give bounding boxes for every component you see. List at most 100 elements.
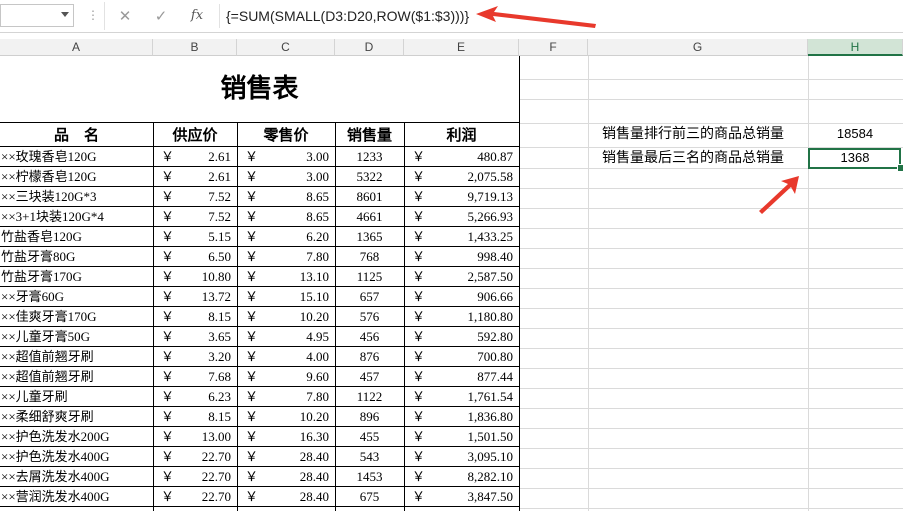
cell-retail[interactable]: ￥ 9.60 bbox=[237, 367, 335, 387]
header-qty[interactable]: 销售量 bbox=[335, 124, 404, 146]
cell-profit[interactable]: ￥ 3,095.10 bbox=[404, 447, 519, 467]
cell-retail[interactable]: ￥ 10.20 bbox=[237, 307, 335, 327]
cancel-icon[interactable]: ✕ bbox=[114, 6, 136, 26]
cell-product-name[interactable]: ××三块装120G*3 bbox=[0, 187, 153, 207]
cell-product-name[interactable]: ××牙膏60G bbox=[0, 287, 153, 307]
cell-profit[interactable]: ￥ 5,266.93 bbox=[404, 207, 519, 227]
cell-product-name[interactable]: 竹盐牙膏170G bbox=[0, 267, 153, 287]
cell-qty[interactable]: 576 bbox=[335, 307, 404, 327]
header-cost[interactable]: 供应价 bbox=[153, 124, 237, 146]
cell-cost[interactable]: ￥ 7.68 bbox=[153, 367, 237, 387]
cell-product-name[interactable]: ××儿童牙膏50G bbox=[0, 327, 153, 347]
cell-profit[interactable]: ￥ 3,847.50 bbox=[404, 487, 519, 507]
cell-cost[interactable]: ￥ 22.70 bbox=[153, 487, 237, 507]
cell-qty[interactable]: 1365 bbox=[335, 227, 404, 247]
more-options-icon[interactable]: ⋮ bbox=[87, 7, 99, 23]
cell-product-name[interactable]: ××儿童牙刷 bbox=[0, 387, 153, 407]
cell-profit[interactable]: ￥ 877.44 bbox=[404, 367, 519, 387]
cell-retail[interactable]: ￥ 6.20 bbox=[237, 227, 335, 247]
cell-cost[interactable]: ￥ 13.72 bbox=[153, 287, 237, 307]
cell-cost[interactable]: ￥ 8.15 bbox=[153, 307, 237, 327]
cell-qty[interactable]: 456 bbox=[335, 327, 404, 347]
cell-retail[interactable]: ￥ 7.80 bbox=[237, 247, 335, 267]
cell-product-name[interactable]: ××去屑洗发水400G bbox=[0, 467, 153, 487]
cell-cost[interactable]: ￥ 6.50 bbox=[153, 247, 237, 267]
cell-qty[interactable]: 657 bbox=[335, 287, 404, 307]
cell-profit[interactable]: ￥ 1,501.50 bbox=[404, 427, 519, 447]
cell-qty[interactable]: 4661 bbox=[335, 207, 404, 227]
cell-product-name[interactable]: ××柠檬香皂120G bbox=[0, 167, 153, 187]
column-header-g[interactable]: G bbox=[588, 39, 808, 56]
cell-profit[interactable]: ￥ 1,180.80 bbox=[404, 307, 519, 327]
cell-retail[interactable]: ￥ 3.00 bbox=[237, 167, 335, 187]
cell-retail[interactable]: ￥ 28.40 bbox=[237, 467, 335, 487]
cell-qty[interactable]: 455 bbox=[335, 427, 404, 447]
cell-qty[interactable]: 457 bbox=[335, 367, 404, 387]
header-profit[interactable]: 利润 bbox=[404, 124, 519, 146]
cell-product-name[interactable]: ××护色洗发水200G bbox=[0, 427, 153, 447]
cell-retail[interactable]: ￥ 8.65 bbox=[237, 207, 335, 227]
cell-cost[interactable]: ￥ 13.00 bbox=[153, 427, 237, 447]
cell-profit[interactable]: ￥ 1,433.25 bbox=[404, 227, 519, 247]
header-name[interactable]: 品 名 bbox=[0, 124, 153, 146]
cell-profit[interactable]: ￥ 1,836.80 bbox=[404, 407, 519, 427]
cell-profit[interactable]: ￥ 480.87 bbox=[404, 147, 519, 167]
cell-product-name[interactable]: ××玫瑰香皂120G bbox=[0, 147, 153, 167]
cell-retail[interactable]: ￥ 13.10 bbox=[237, 267, 335, 287]
cell-retail[interactable]: ￥ 4.00 bbox=[237, 347, 335, 367]
cell-product-name[interactable]: ××超值前翘牙刷 bbox=[0, 367, 153, 387]
cell-cost[interactable]: ￥ 5.15 bbox=[153, 227, 237, 247]
cell-product-name[interactable]: ××柔细舒爽牙刷 bbox=[0, 407, 153, 427]
column-header-f[interactable]: F bbox=[519, 39, 588, 56]
cell-retail[interactable]: ￥ 8.65 bbox=[237, 187, 335, 207]
cell-profit[interactable]: ￥ 8,282.10 bbox=[404, 467, 519, 487]
cell-profit[interactable]: ￥ 998.40 bbox=[404, 247, 519, 267]
fill-handle[interactable] bbox=[897, 164, 903, 172]
cell-product-name[interactable]: ××佳爽牙膏170G bbox=[0, 307, 153, 327]
cell-retail[interactable]: ￥ 28.40 bbox=[237, 447, 335, 467]
cell-profit[interactable]: ￥ 700.80 bbox=[404, 347, 519, 367]
column-header-a[interactable]: A bbox=[0, 39, 153, 56]
cell-profit[interactable]: ￥ 906.66 bbox=[404, 287, 519, 307]
cell-product-name[interactable]: ××超值前翘牙刷 bbox=[0, 347, 153, 367]
cell-qty[interactable]: 1453 bbox=[335, 467, 404, 487]
column-header-d[interactable]: D bbox=[335, 39, 404, 56]
column-header-h[interactable]: H bbox=[808, 39, 903, 56]
cell-cost[interactable]: ￥ 6.23 bbox=[153, 387, 237, 407]
cell-cost[interactable]: ￥ 7.52 bbox=[153, 187, 237, 207]
chevron-down-icon[interactable] bbox=[61, 12, 69, 17]
column-header-b[interactable]: B bbox=[153, 39, 237, 56]
column-header-e[interactable]: E bbox=[404, 39, 519, 56]
cell-qty[interactable]: 1233 bbox=[335, 147, 404, 167]
cell-qty[interactable]: 768 bbox=[335, 247, 404, 267]
cell-profit[interactable]: ￥ 2,075.58 bbox=[404, 167, 519, 187]
cell-retail[interactable]: ￥ 15.10 bbox=[237, 287, 335, 307]
insert-function-icon[interactable]: fx bbox=[186, 6, 208, 26]
cell-cost[interactable]: ￥ 8.15 bbox=[153, 407, 237, 427]
cell-cost[interactable]: ￥ 2.61 bbox=[153, 167, 237, 187]
cell-product-name[interactable]: ××3+1块装120G*4 bbox=[0, 207, 153, 227]
sheet-title[interactable]: 销售表 bbox=[0, 56, 519, 122]
cell-product-name[interactable]: ××护色洗发水400G bbox=[0, 447, 153, 467]
cell-retail[interactable]: ￥ 10.20 bbox=[237, 407, 335, 427]
cell-profit[interactable]: ￥ 2,587.50 bbox=[404, 267, 519, 287]
cell-cost[interactable]: ￥ 2.61 bbox=[153, 147, 237, 167]
cell-product-name[interactable]: ××营润洗发水400G bbox=[0, 487, 153, 507]
cell-retail[interactable]: ￥ 28.40 bbox=[237, 487, 335, 507]
enter-icon[interactable]: ✓ bbox=[150, 6, 172, 26]
cell-qty[interactable]: 1122 bbox=[335, 387, 404, 407]
cell-qty[interactable]: 675 bbox=[335, 487, 404, 507]
cell-profit[interactable]: ￥ 1,761.54 bbox=[404, 387, 519, 407]
cell-retail[interactable]: ￥ 4.95 bbox=[237, 327, 335, 347]
cell-qty[interactable]: 1125 bbox=[335, 267, 404, 287]
cell-product-name[interactable]: 竹盐香皂120G bbox=[0, 227, 153, 247]
cell-qty[interactable]: 543 bbox=[335, 447, 404, 467]
cell-qty[interactable]: 876 bbox=[335, 347, 404, 367]
cell-profit[interactable]: ￥ 9,719.13 bbox=[404, 187, 519, 207]
cell-profit[interactable]: ￥ 592.80 bbox=[404, 327, 519, 347]
cell-retail[interactable]: ￥ 3.00 bbox=[237, 147, 335, 167]
summary-value-top3[interactable]: 18584 bbox=[809, 124, 901, 144]
cell-cost[interactable]: ￥ 3.20 bbox=[153, 347, 237, 367]
summary-label-bottom3[interactable]: 销售量最后三名的商品总销量 bbox=[602, 148, 807, 168]
cell-cost[interactable]: ￥ 3.65 bbox=[153, 327, 237, 347]
